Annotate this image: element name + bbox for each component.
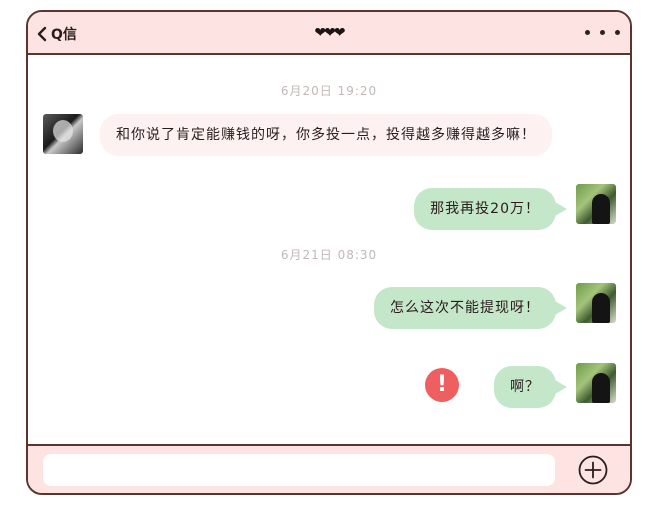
chat-title: ❤❤❤ xyxy=(314,25,345,41)
user-avatar[interactable] xyxy=(576,283,616,323)
add-attachment-icon[interactable] xyxy=(578,455,608,485)
outgoing-message-bubble: 那我再投20万！ xyxy=(414,188,556,230)
chat-window: Q信 ❤❤❤ 6月20日 19:20 和你说了肯定能赚钱的呀，你多投一点，投得越… xyxy=(26,10,632,495)
send-failed-icon[interactable]: ! xyxy=(425,368,459,402)
user-avatar[interactable] xyxy=(576,363,616,403)
message-input[interactable] xyxy=(43,454,555,486)
bubble-tail xyxy=(555,202,567,216)
timestamp: 6月20日 19:20 xyxy=(280,84,378,98)
outgoing-message-bubble: 啊？ xyxy=(494,366,556,408)
chat-header: Q信 ❤❤❤ xyxy=(28,12,630,55)
timestamp: 6月21日 08:30 xyxy=(280,248,378,262)
bubble-tail xyxy=(555,301,567,315)
incoming-message-bubble: 和你说了肯定能赚钱的呀，你多投一点，投得越多赚得越多嘛！ xyxy=(100,114,552,156)
more-options-icon[interactable] xyxy=(585,30,620,35)
bubble-tail xyxy=(555,380,567,394)
outgoing-message-bubble: 怎么这次不能提现呀！ xyxy=(374,287,556,329)
chat-footer xyxy=(28,444,630,493)
contact-avatar[interactable] xyxy=(43,114,83,154)
user-avatar[interactable] xyxy=(576,184,616,224)
